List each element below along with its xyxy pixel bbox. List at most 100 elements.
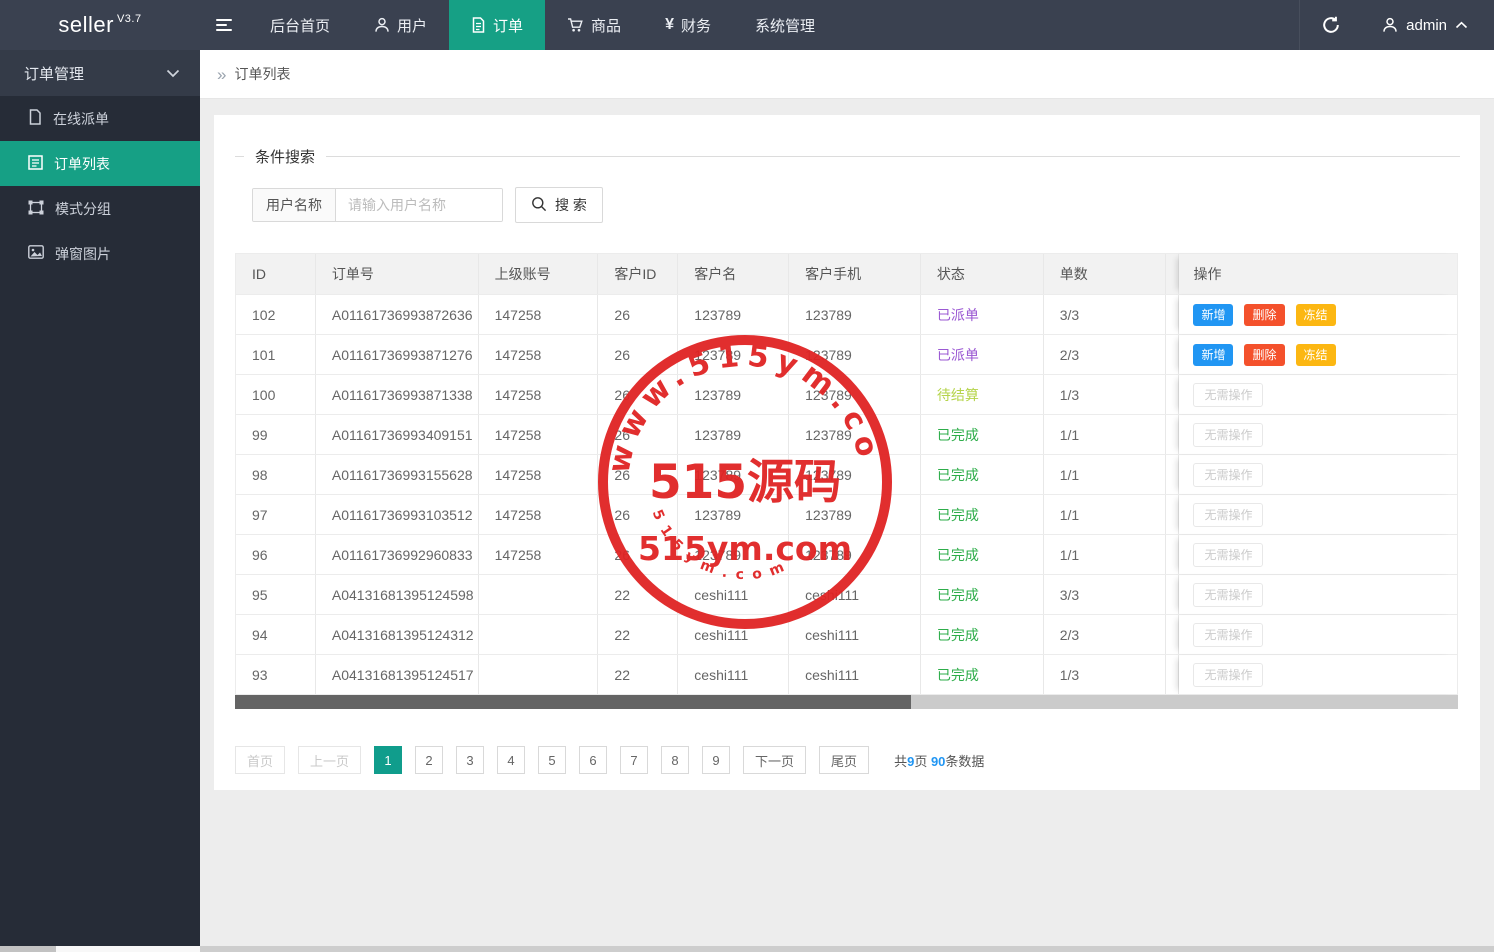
cell-customer-id: 22: [598, 575, 679, 614]
page-button-2[interactable]: 2: [415, 746, 444, 774]
no-action-button: 无需操作: [1193, 502, 1264, 527]
cell-id: 94: [236, 615, 316, 654]
cell-actions: 无需操作: [1179, 495, 1457, 534]
cart-icon: [567, 17, 584, 33]
table-horizontal-scrollbar[interactable]: [235, 695, 1458, 709]
cell-customer-phone: 123789: [789, 295, 921, 334]
table-row: 102 A01161736993872636 147258 26 123789 …: [236, 295, 1457, 335]
total-count-value: 90: [930, 753, 946, 769]
cell-parent-account: [479, 575, 599, 614]
nav-item-users[interactable]: 用户: [352, 0, 449, 50]
cell-count: 1/1: [1044, 535, 1166, 574]
sidebar-item-popup-image[interactable]: 弹窗图片: [0, 231, 200, 276]
nav-item-system[interactable]: 系统管理: [733, 0, 837, 50]
cell-customer-id: 26: [598, 375, 679, 414]
cell-customer-id: 26: [598, 535, 679, 574]
page-horizontal-scrollbar[interactable]: [0, 946, 1494, 952]
page-button-8[interactable]: 8: [661, 746, 690, 774]
freeze-button[interactable]: 冻结: [1295, 343, 1336, 366]
cell-customer-name: 123789: [678, 455, 790, 494]
cell-customer-name: 123789: [678, 535, 790, 574]
cell-customer-id: 22: [598, 615, 679, 654]
next-page-button[interactable]: 下一页: [743, 746, 807, 774]
cell-status: 待结算: [921, 375, 1044, 414]
scrollbar-thumb[interactable]: [235, 695, 911, 709]
table-row: 93 A04131681395124517 22 ceshi111 ceshi1…: [236, 655, 1457, 695]
page-button-3[interactable]: 3: [456, 746, 485, 774]
prev-page-button[interactable]: 上一页: [298, 746, 362, 774]
cell-order-no: A01161736993872636: [316, 295, 479, 334]
nav-item-home[interactable]: 后台首页: [248, 0, 352, 50]
pagination: 首页 上一页 123456789 下一页 尾页 共9页 90条数据: [235, 746, 1480, 774]
page-button-1[interactable]: 1: [374, 746, 403, 774]
cell-actions: 无需操作: [1179, 535, 1457, 574]
delete-button[interactable]: 删除: [1244, 303, 1285, 326]
cell-customer-name: 123789: [678, 415, 790, 454]
sidebar-group-label: 订单管理: [24, 65, 85, 83]
search-fieldset: 条件搜索 用户名称 搜 索: [235, 146, 1460, 223]
cell-parent-account: 147258: [479, 455, 599, 494]
cell-customer-name: 123789: [678, 335, 790, 374]
sidebar-item-label: 弹窗图片: [55, 245, 111, 262]
cell-status: 已完成: [921, 535, 1044, 574]
cell-customer-id: 26: [598, 295, 679, 334]
cell-customer-phone: ceshi111: [789, 615, 921, 654]
page-button-6[interactable]: 6: [579, 746, 608, 774]
breadcrumb: » 订单列表: [200, 50, 1494, 99]
cell-order-no: A01161736993409151: [316, 415, 479, 454]
user-icon: [1382, 17, 1398, 33]
sidebar-item-label: 订单列表: [54, 155, 110, 172]
top-nav: 后台首页 用户 订单 商品 ¥ 财务 系统管理: [200, 0, 837, 50]
cell-order-no: A01161736993155628: [316, 455, 479, 494]
add-button[interactable]: 新增: [1193, 303, 1234, 326]
nav-item-finance[interactable]: ¥ 财务: [643, 0, 733, 50]
page-button-5[interactable]: 5: [538, 746, 567, 774]
cell-status: 已完成: [921, 495, 1044, 534]
cell-customer-name: 123789: [678, 295, 790, 334]
cell-customer-phone: 123789: [789, 535, 921, 574]
cell-customer-name: 123789: [678, 375, 790, 414]
cell-id: 100: [236, 375, 316, 414]
cell-customer-id: 26: [598, 415, 679, 454]
sidebar-item-online-dispatch[interactable]: 在线派单: [0, 96, 200, 141]
user-menu[interactable]: admin: [1362, 0, 1494, 50]
sidebar-item-mode-groups[interactable]: 模式分组: [0, 186, 200, 231]
add-button[interactable]: 新增: [1193, 343, 1234, 366]
page-scrollbar-thumb[interactable]: [56, 946, 200, 952]
cell-id: 99: [236, 415, 316, 454]
first-page-button[interactable]: 首页: [235, 746, 286, 774]
freeze-button[interactable]: 冻结: [1295, 303, 1336, 326]
search-button-label: 搜 索: [555, 197, 587, 213]
username-input[interactable]: [336, 189, 502, 221]
nav-item-finance-label: 财务: [680, 17, 711, 35]
sidebar-group-order-management[interactable]: 订单管理: [0, 50, 200, 96]
object-group-icon: [28, 200, 44, 218]
app-logo: seller V3.7: [0, 0, 200, 50]
last-page-button[interactable]: 尾页: [819, 746, 870, 774]
header-cell: 状态: [921, 254, 1044, 294]
table-body: 102 A01161736993872636 147258 26 123789 …: [236, 295, 1457, 695]
cell-status: 已完成: [921, 655, 1044, 694]
table-row: 99 A01161736993409151 147258 26 123789 1…: [236, 415, 1457, 455]
refresh-button[interactable]: [1299, 0, 1362, 50]
breadcrumb-arrows-icon: »: [217, 64, 227, 84]
cell-order-no: A01161736993871276: [316, 335, 479, 374]
sidebar: 订单管理 在线派单 订单列表 模式分组 弹窗图片: [0, 50, 200, 946]
delete-button[interactable]: 删除: [1244, 343, 1285, 366]
cell-parent-account: 147258: [479, 375, 599, 414]
cell-actions: 无需操作: [1179, 615, 1457, 654]
cell-count: 3/3: [1044, 295, 1166, 334]
sidebar-item-order-list[interactable]: 订单列表: [0, 141, 200, 186]
cell-order-no: A04131681395124598: [316, 575, 479, 614]
sidebar-toggle-button[interactable]: [200, 0, 248, 50]
page-button-9[interactable]: 9: [702, 746, 731, 774]
page-button-4[interactable]: 4: [497, 746, 526, 774]
search-button[interactable]: 搜 索: [515, 187, 603, 223]
cell-count: 2/3: [1044, 335, 1166, 374]
nav-item-products[interactable]: 商品: [545, 0, 643, 50]
cell-customer-phone: ceshi111: [789, 575, 921, 614]
image-icon: [28, 245, 44, 262]
nav-item-orders[interactable]: 订单: [449, 0, 546, 50]
cell-id: 98: [236, 455, 316, 494]
page-button-7[interactable]: 7: [620, 746, 649, 774]
